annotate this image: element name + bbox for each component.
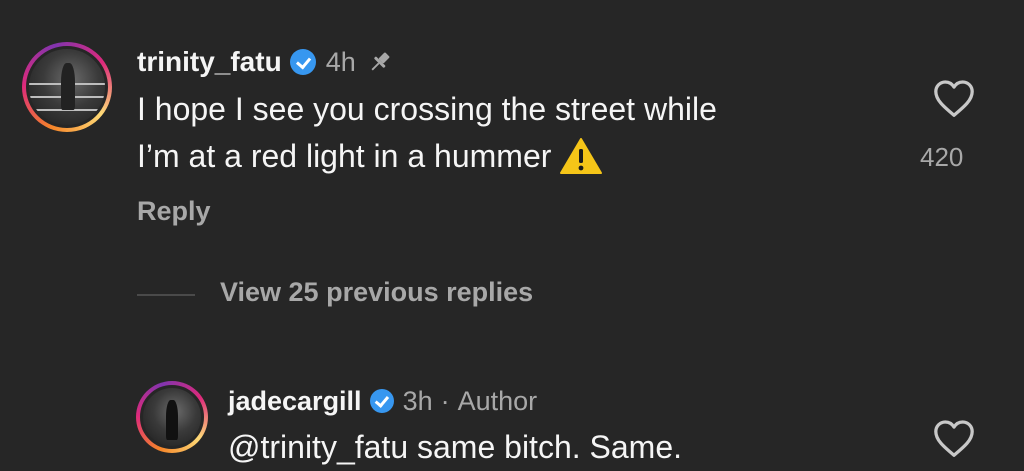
view-previous-replies-button[interactable]: View 25 previous replies bbox=[220, 277, 533, 308]
comment-header: trinity_fatu 4h bbox=[137, 42, 394, 82]
like-count: 420 bbox=[920, 142, 964, 172]
reply-button[interactable]: Reply bbox=[137, 196, 211, 227]
avatar-image bbox=[26, 46, 108, 128]
like-heart-icon[interactable] bbox=[932, 78, 976, 118]
warning-icon bbox=[560, 138, 603, 174]
reply-verified-badge-icon bbox=[369, 389, 394, 413]
reply-username[interactable]: jadecargill bbox=[228, 386, 362, 417]
pin-icon bbox=[371, 52, 390, 71]
reply-time: 3h bbox=[402, 385, 433, 416]
verified-badge-icon bbox=[289, 49, 316, 75]
comment-text-line-2: I’m at a red light in a hummer bbox=[137, 137, 552, 174]
commenter-username[interactable]: trinity_fatu bbox=[137, 46, 282, 78]
comment-text-line-2-row: I’m at a red light in a hummer bbox=[137, 134, 603, 178]
reply-like-heart-icon[interactable] bbox=[932, 418, 976, 458]
reply-header: jadecargill 3h · Author bbox=[228, 382, 537, 420]
replies-divider bbox=[137, 294, 195, 296]
reply-text: @trinity_fatu same bitch. Same. bbox=[228, 429, 682, 465]
reply-separator: · bbox=[440, 385, 450, 416]
comment-text-line-1: I hope I see you crossing the street whi… bbox=[137, 91, 717, 127]
comment-time: 4h bbox=[325, 46, 356, 77]
reply-avatar-image bbox=[140, 385, 204, 449]
reply-avatar[interactable] bbox=[136, 381, 208, 453]
author-label: Author bbox=[457, 385, 538, 416]
commenter-avatar[interactable] bbox=[22, 42, 112, 132]
